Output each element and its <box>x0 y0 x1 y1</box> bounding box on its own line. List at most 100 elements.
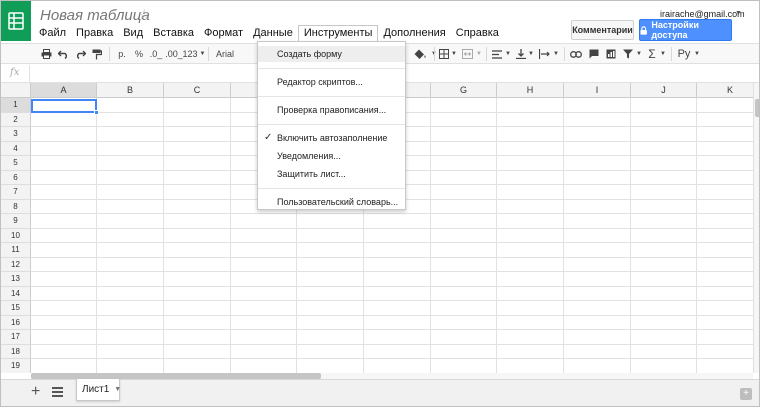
fill-color-icon[interactable] <box>411 47 429 61</box>
tools-menu-item[interactable]: ✓ Включить автозаполнение <box>258 130 405 146</box>
select-all-corner[interactable] <box>1 83 31 98</box>
chevron-down-icon[interactable]: ▼ <box>505 47 511 61</box>
menu-item-7[interactable]: Инструменты <box>297 25 379 41</box>
row-header[interactable]: 2 <box>1 112 31 127</box>
more-formats-button[interactable]: 123 ▼ <box>182 47 206 61</box>
menu-item-8[interactable]: Дополнения <box>378 25 450 41</box>
all-sheets-icon[interactable] <box>52 387 63 399</box>
print-icon[interactable] <box>39 47 53 61</box>
column-header[interactable]: H <box>497 83 564 98</box>
redo-icon[interactable] <box>73 47 87 61</box>
menu-item-3[interactable]: Вид <box>118 25 148 41</box>
row-header[interactable]: 19 <box>1 359 31 373</box>
chevron-down-icon[interactable]: ▼ <box>553 47 559 61</box>
column-gridline <box>563 98 564 373</box>
tools-menu-item[interactable]: Создать форму <box>258 46 405 62</box>
tools-menu-item-label: Пользовательский словарь... <box>277 197 399 207</box>
font-family-select[interactable]: Arial <box>214 47 236 61</box>
merge-cells-icon[interactable] <box>460 47 474 61</box>
undo-icon[interactable] <box>56 47 70 61</box>
column-header[interactable]: J <box>631 83 697 98</box>
functions-button[interactable]: Σ <box>646 47 658 61</box>
row-header[interactable]: 13 <box>1 272 31 287</box>
sheets-logo-icon[interactable] <box>1 1 31 41</box>
menu-item-4[interactable]: Вставка <box>148 25 199 41</box>
row-header[interactable]: 1 <box>1 98 31 113</box>
row-header[interactable]: 7 <box>1 185 31 200</box>
row-header[interactable]: 10 <box>1 228 31 243</box>
tools-menu-item[interactable]: Пользовательский словарь... <box>258 194 405 210</box>
row-header[interactable]: 14 <box>1 286 31 301</box>
chevron-down-icon[interactable]: ▼ <box>476 47 482 61</box>
currency-format-button[interactable]: р. <box>114 47 130 61</box>
chevron-down-icon[interactable]: ▼ <box>636 47 642 61</box>
row-header[interactable]: 8 <box>1 199 31 214</box>
insert-link-icon[interactable] <box>569 47 583 61</box>
chevron-down-icon[interactable]: ▼ <box>451 47 457 61</box>
menu-item-5[interactable]: Формат <box>199 25 248 41</box>
increase-decimal-button[interactable]: .00_ <box>165 47 183 61</box>
tools-menu-item[interactable]: Проверка правописания... <box>258 102 405 118</box>
menu-item-9[interactable]: Справка <box>451 25 504 41</box>
insert-chart-icon[interactable] <box>604 47 618 61</box>
row-header[interactable]: 11 <box>1 243 31 258</box>
account-caret-icon[interactable]: ▼ <box>735 10 742 17</box>
row-header[interactable]: 18 <box>1 344 31 359</box>
app-window: Новая таблица ☆ Файл Правка Вид Вставка Форм… <box>0 0 760 407</box>
menu-bar: Файл Правка Вид Вставка Формат Данные Инструме… <box>34 25 504 41</box>
vertical-scrollbar[interactable] <box>753 83 759 373</box>
fill-handle[interactable] <box>94 110 99 115</box>
column-header[interactable]: I <box>564 83 631 98</box>
row-header[interactable]: 6 <box>1 170 31 185</box>
explore-icon[interactable]: + <box>740 388 752 400</box>
borders-icon[interactable] <box>437 47 451 61</box>
more-formats-label: 123 <box>182 49 198 59</box>
column-header[interactable]: G <box>431 83 497 98</box>
star-icon[interactable]: ☆ <box>138 6 151 23</box>
tools-menu-item[interactable]: Защитить лист... <box>258 166 405 182</box>
row-header[interactable]: 3 <box>1 127 31 142</box>
row-gridline <box>31 285 753 287</box>
tools-menu-item-label: Создать форму <box>277 49 342 59</box>
decrease-decimal-button[interactable]: .0_ <box>148 47 164 61</box>
input-tools-button[interactable]: Ру <box>676 47 692 61</box>
text-wrap-icon[interactable] <box>538 47 552 61</box>
chevron-down-icon[interactable]: ▼ <box>694 47 700 61</box>
menu-item-6[interactable]: Данные <box>248 25 298 41</box>
row-header[interactable]: 5 <box>1 156 31 171</box>
paint-format-icon[interactable] <box>90 47 104 61</box>
active-cell[interactable] <box>31 99 97 113</box>
add-sheet-icon[interactable]: + <box>31 384 40 400</box>
checkmark-icon: ✓ <box>264 132 273 143</box>
row-header[interactable]: 16 <box>1 315 31 330</box>
document-title[interactable]: Новая таблица <box>40 7 150 24</box>
sheet-tab[interactable]: Лист1 ▼ <box>76 379 121 401</box>
row-header[interactable]: 12 <box>1 257 31 272</box>
toolbar-separator <box>109 47 110 61</box>
tools-menu-item-label: Проверка правописания... <box>277 105 387 115</box>
menu-item-2[interactable]: Правка <box>71 25 118 41</box>
share-button[interactable]: Настройки доступа <box>639 19 732 41</box>
tools-menu-item[interactable]: Редактор скриптов... <box>258 74 405 90</box>
row-header[interactable]: 9 <box>1 214 31 229</box>
vertical-align-icon[interactable] <box>514 47 528 61</box>
column-header[interactable]: B <box>97 83 164 98</box>
column-header[interactable]: A <box>31 83 97 98</box>
comments-button[interactable]: Комментарии <box>571 20 634 40</box>
row-header[interactable]: 4 <box>1 141 31 156</box>
chevron-down-icon[interactable]: ▼ <box>114 386 121 393</box>
menu-item-1[interactable]: Файл <box>34 25 71 41</box>
vertical-scrollbar-thumb[interactable] <box>755 99 759 117</box>
tools-menu-item[interactable]: Уведомления... <box>258 148 405 164</box>
column-header[interactable]: K <box>697 83 753 98</box>
column-header[interactable]: C <box>164 83 231 98</box>
filter-icon[interactable] <box>621 47 635 61</box>
user-email[interactable]: irairache@gmail.com <box>660 9 745 19</box>
insert-comment-icon[interactable] <box>587 47 601 61</box>
row-header[interactable]: 15 <box>1 301 31 316</box>
horizontal-align-icon[interactable] <box>490 47 504 61</box>
row-header[interactable]: 17 <box>1 330 31 345</box>
percent-format-button[interactable]: % <box>132 47 146 61</box>
chevron-down-icon[interactable]: ▼ <box>660 47 666 61</box>
chevron-down-icon[interactable]: ▼ <box>528 47 534 61</box>
